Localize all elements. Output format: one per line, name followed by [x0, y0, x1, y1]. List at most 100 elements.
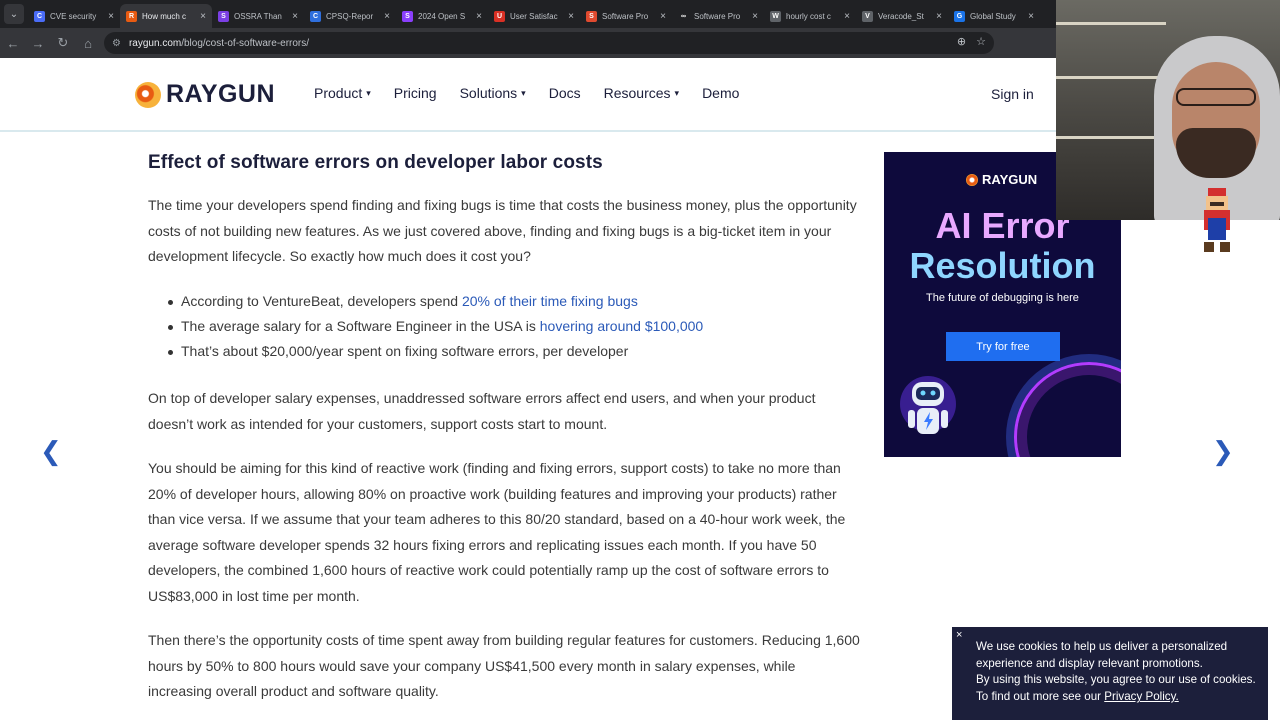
- raygun-logo[interactable]: RAYGUN: [135, 80, 275, 109]
- tab-close-icon[interactable]: ×: [844, 11, 850, 22]
- cookie-banner: × We use cookies to help us deliver a pe…: [952, 627, 1268, 720]
- bullet-text: The average salary for a Software Engine…: [181, 317, 540, 334]
- cookie-line: We use cookies to help us deliver a pers…: [976, 640, 1228, 670]
- decorative-arc-icon: [1014, 362, 1121, 457]
- carousel-prev-icon[interactable]: ❮: [40, 436, 62, 467]
- ad-subtitle: The future of debugging is here: [926, 292, 1079, 304]
- tab-title: OSSRA Than: [234, 11, 282, 21]
- bullet-item: According to VentureBeat, developers spe…: [162, 289, 860, 314]
- nav-label: Docs: [548, 85, 581, 101]
- nav-item-demo[interactable]: Demo: [702, 85, 739, 101]
- paragraph-support-costs: On top of developer salary expenses, una…: [148, 390, 816, 432]
- ad-logo: RAYGUN: [966, 172, 1037, 187]
- browser-tab[interactable]: R How much c ×: [120, 4, 212, 28]
- privacy-policy-link[interactable]: Privacy Policy.: [1104, 690, 1179, 703]
- ad-logo-text: RAYGUN: [982, 172, 1038, 187]
- tab-close-icon[interactable]: ×: [660, 11, 666, 22]
- tab-title: Software Pro: [694, 11, 741, 21]
- nav-item-product[interactable]: Product ▾: [314, 85, 371, 101]
- url-text: raygun.com/blog/cost-of-software-errors/: [128, 37, 310, 49]
- paragraph-opportunity-costs: Then there’s the opportunity costs of ti…: [148, 632, 860, 700]
- article-section: Effect of software errors on developer l…: [148, 150, 860, 724]
- sign-in-link[interactable]: Sign in: [991, 86, 1034, 102]
- browser-tab[interactable]: Whourly cost c ×: [764, 4, 856, 28]
- nav-item-resources[interactable]: Resources ▾: [604, 85, 679, 101]
- mario-figure-icon: [1204, 188, 1230, 252]
- section-heading: Effect of software errors on developer l…: [148, 152, 603, 173]
- reload-icon[interactable]: ↻: [51, 31, 75, 55]
- tab-close-icon[interactable]: ×: [200, 11, 206, 22]
- shelf: [1056, 22, 1166, 25]
- carousel-next-icon[interactable]: ❯: [1212, 436, 1234, 467]
- browser-tab[interactable]: S OSSRA Than ×: [212, 4, 304, 28]
- browser-tab[interactable]: G Global Study ×: [948, 4, 1040, 28]
- chevron-down-icon: ▾: [674, 87, 680, 98]
- tab-favicon-icon: ∞: [678, 10, 689, 22]
- shelf: [1056, 76, 1166, 79]
- tab-title: Veracode_St: [878, 11, 924, 21]
- home-icon[interactable]: ⌂: [76, 31, 100, 55]
- chevron-down-icon: ▾: [521, 87, 526, 98]
- site-info-icon[interactable]: ⚙: [112, 38, 121, 49]
- tab-favicon-icon: C: [34, 10, 45, 22]
- site-header: RAYGUN Product ▾ Pricing Solutions ▾ Docs Reso…: [0, 58, 1056, 132]
- tab-favicon-icon: U: [494, 10, 505, 22]
- nav-label: Resources: [603, 85, 671, 101]
- nav-label: Pricing: [393, 85, 437, 101]
- back-icon[interactable]: ←: [1, 31, 25, 55]
- browser-tab[interactable]: C CVE security ×: [28, 4, 120, 28]
- ad-headline: Resolution: [909, 245, 1096, 286]
- tab-title: Global Study: [970, 11, 1016, 21]
- address-bar[interactable]: ⚙ raygun.com/blog/cost-of-software-error…: [104, 32, 994, 54]
- tab-search-icon[interactable]: ⌄: [4, 4, 24, 24]
- tab-favicon-icon: S: [218, 10, 229, 22]
- close-icon[interactable]: ×: [956, 629, 962, 641]
- nav-label: Demo: [702, 85, 740, 101]
- nav-item-pricing[interactable]: Pricing: [394, 85, 437, 101]
- tab-close-icon[interactable]: ×: [292, 11, 298, 22]
- venturebeat-link[interactable]: 20% of their time fixing bugs: [462, 293, 638, 309]
- tab-favicon-icon: V: [862, 10, 873, 22]
- bullet-list: According to VentureBeat, developers spe…: [162, 289, 860, 365]
- bullet-text: According to VentureBeat, developers spe…: [181, 292, 462, 309]
- tab-favicon-icon: C: [310, 10, 321, 22]
- tab-close-icon[interactable]: ×: [1028, 11, 1034, 22]
- tab-close-icon[interactable]: ×: [384, 11, 390, 22]
- tab-title: CVE security: [50, 11, 97, 21]
- browser-tab[interactable]: S Software Pro ×: [580, 4, 672, 28]
- bullet-item: That’s about $20,000/year spent on fixin…: [162, 339, 860, 364]
- tab-title: hourly cost c: [786, 11, 831, 21]
- tab-close-icon[interactable]: ×: [752, 11, 758, 22]
- zoom-icon[interactable]: ⊕: [957, 35, 966, 48]
- forward-icon[interactable]: →: [26, 31, 50, 55]
- salary-link[interactable]: hovering around $100,000: [540, 318, 703, 334]
- browser-tab[interactable]: V Veracode_St ×: [856, 4, 948, 28]
- raygun-logo-icon: [135, 81, 161, 108]
- bullet-text: That’s about $20,000/year spent on fixin…: [181, 343, 629, 360]
- tab-title: Software Pro: [602, 11, 649, 21]
- browser-tab[interactable]: U User Satisfac ×: [488, 4, 580, 28]
- tab-close-icon[interactable]: ×: [108, 11, 114, 22]
- nav-item-docs[interactable]: Docs: [549, 85, 581, 101]
- shelf: [1056, 136, 1166, 139]
- bullet-item: The average salary for a Software Engine…: [162, 314, 860, 339]
- paragraph-intro: The time your developers spend finding a…: [148, 197, 857, 264]
- tab-close-icon[interactable]: ×: [936, 11, 942, 22]
- tab-favicon-icon: W: [770, 10, 781, 22]
- try-for-free-button[interactable]: Try for free: [946, 332, 1060, 361]
- nav-label: Solutions: [459, 85, 518, 101]
- browser-tab[interactable]: S 2024 Open S ×: [396, 4, 488, 28]
- tab-close-icon[interactable]: ×: [568, 11, 574, 22]
- robot-icon: [900, 376, 956, 434]
- browser-tab[interactable]: ∞ Software Pro ×: [672, 4, 764, 28]
- browser-tab[interactable]: C CPSQ-Repor ×: [304, 4, 396, 28]
- tab-favicon-icon: G: [954, 10, 965, 22]
- tab-close-icon[interactable]: ×: [476, 11, 482, 22]
- bookmark-star-icon[interactable]: ☆: [976, 35, 986, 48]
- main-nav: Product ▾ Pricing Solutions ▾ Docs Resources ▾ D…: [314, 85, 762, 101]
- tab-favicon-icon: R: [126, 10, 137, 22]
- tab-title: CPSQ-Repor: [326, 11, 374, 21]
- tab-title: 2024 Open S: [418, 11, 466, 21]
- nav-item-solutions[interactable]: Solutions ▾: [460, 85, 526, 101]
- cookie-line: By using this website, you agree to our …: [976, 673, 1256, 687]
